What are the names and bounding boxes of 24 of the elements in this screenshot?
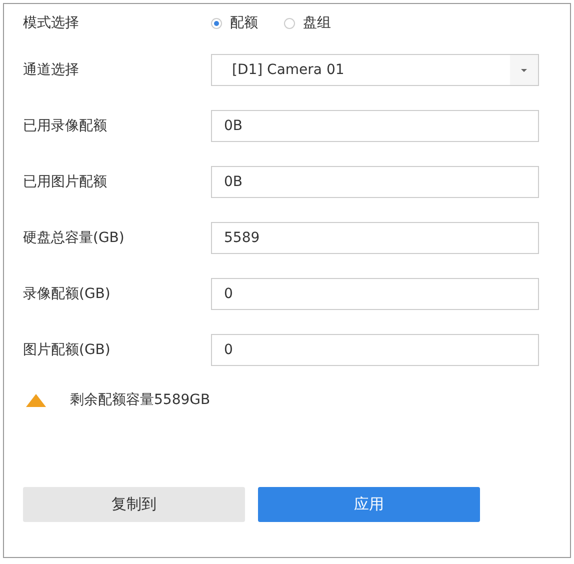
copy-button[interactable]: 复制到: [23, 487, 245, 522]
input-field[interactable]: 0: [211, 278, 539, 310]
field-label: 已用图片配额: [23, 173, 108, 191]
radio-label: 配额: [230, 14, 258, 32]
radio-icon[interactable]: [211, 18, 222, 28]
field-label: 图片配额(GB): [23, 341, 112, 359]
input-field[interactable]: 0B: [211, 110, 539, 142]
apply-button[interactable]: 应用: [258, 487, 480, 522]
field-label: 录像配额(GB): [23, 285, 112, 303]
caret-icon: [510, 55, 538, 85]
radio-label: 盘组: [303, 14, 331, 32]
radio-icon[interactable]: [284, 18, 295, 28]
channel-dropdown[interactable]: [D1] Camera 01: [211, 54, 539, 86]
radio-option[interactable]: 盘组: [284, 14, 331, 32]
warning-icon: [26, 394, 46, 406]
input-field[interactable]: 0B: [211, 166, 539, 198]
field-label: 硬盘总容量(GB): [23, 229, 126, 247]
warning-text: 剩余配额容量5589GB: [70, 391, 210, 409]
input-field[interactable]: 0: [211, 334, 539, 366]
field-label: 通道选择: [23, 61, 80, 79]
field-label: 模式选择: [23, 14, 80, 32]
input-field[interactable]: 5589: [211, 222, 539, 254]
radio-option[interactable]: 配额: [211, 14, 258, 32]
field-label: 已用录像配额: [23, 117, 108, 135]
